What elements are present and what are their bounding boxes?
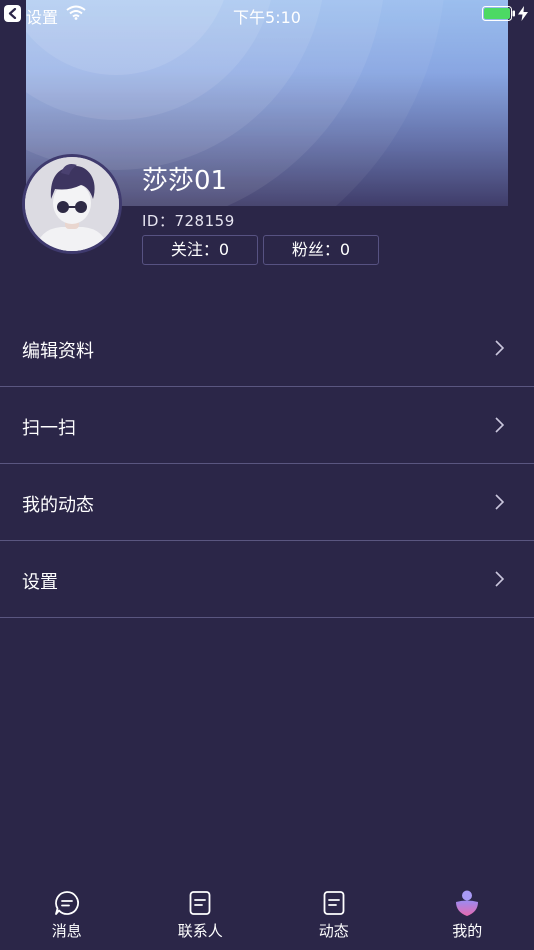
charging-bolt-icon <box>518 6 528 21</box>
tab-label: 联系人 <box>177 922 223 940</box>
tab-messages[interactable]: 消息 <box>0 880 134 950</box>
profile-name: 莎莎01 <box>142 166 228 196</box>
menu-item-my-posts[interactable]: 我的动态 <box>0 464 534 541</box>
tab-label: 动态 <box>318 922 349 940</box>
bottom-tab-bar: 消息 联系人 动态 我的 <box>0 880 534 950</box>
profile-id: ID：728159 <box>142 212 235 230</box>
feed-icon <box>323 891 345 915</box>
tab-contacts[interactable]: 联系人 <box>134 880 268 950</box>
tab-me[interactable]: 我的 <box>401 880 534 950</box>
tab-label: 我的 <box>452 922 483 940</box>
status-bar: 设置 下午5:10 <box>0 0 534 28</box>
menu-item-label: 我的动态 <box>22 495 94 516</box>
menu-item-settings[interactable]: 设置 <box>0 541 534 618</box>
message-icon <box>54 891 79 915</box>
menu-item-label: 扫一扫 <box>22 418 76 439</box>
menu-item-label: 编辑资料 <box>22 341 94 362</box>
clock-time: 下午5:10 <box>233 8 301 27</box>
follow-count-button[interactable]: 关注：0 <box>142 235 258 265</box>
tab-label: 消息 <box>51 922 82 940</box>
fans-count-button[interactable]: 粉丝：0 <box>263 235 379 265</box>
user-avatar-illustration <box>25 157 119 251</box>
chevron-right-icon <box>495 417 504 433</box>
chevron-right-icon <box>495 494 504 510</box>
chevron-right-icon <box>495 571 504 587</box>
avatar[interactable] <box>22 154 122 254</box>
menu-item-scan[interactable]: 扫一扫 <box>0 387 534 464</box>
profile-icon <box>456 890 479 916</box>
menu-item-label: 设置 <box>22 572 58 593</box>
tab-feed[interactable]: 动态 <box>267 880 401 950</box>
chevron-right-icon <box>495 340 504 356</box>
settings-menu: 编辑资料 扫一扫 我的动态 设置 <box>0 310 534 618</box>
contacts-icon <box>189 891 211 915</box>
menu-item-edit-profile[interactable]: 编辑资料 <box>0 310 534 387</box>
battery-icon <box>482 6 515 21</box>
